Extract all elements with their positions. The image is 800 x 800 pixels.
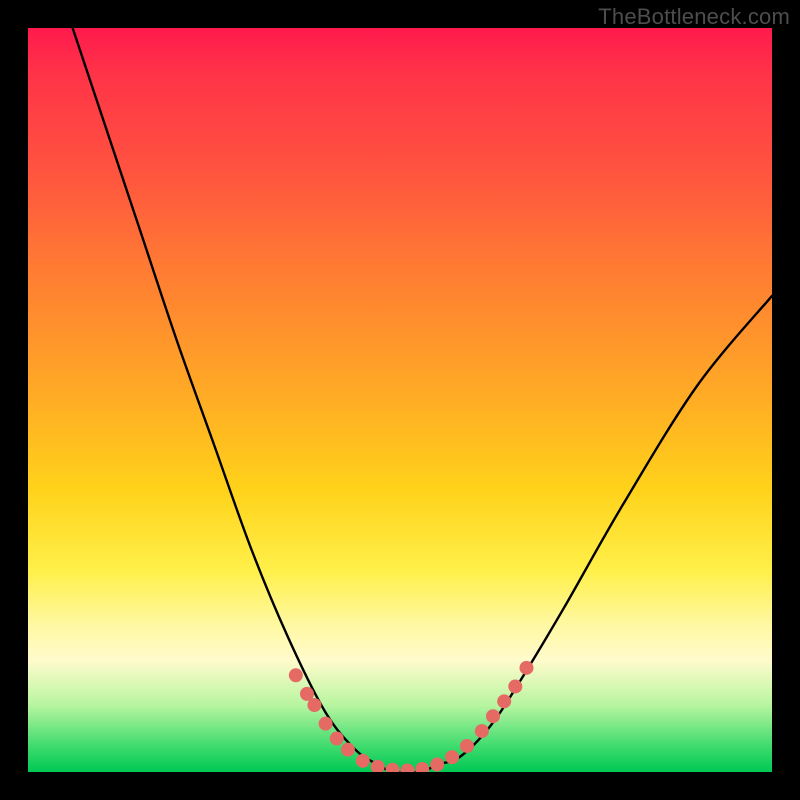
plot-area <box>28 28 772 772</box>
curve-marker <box>356 754 370 768</box>
chart-frame: TheBottleneck.com <box>0 0 800 800</box>
curve-marker <box>519 661 533 675</box>
curve-marker <box>430 758 444 772</box>
curve-marker <box>445 750 459 764</box>
curve-marker <box>330 732 344 746</box>
curve-marker <box>508 679 522 693</box>
curve-marker <box>289 668 303 682</box>
curve-marker <box>475 724 489 738</box>
bottleneck-curve <box>73 28 772 772</box>
curve-marker <box>460 739 474 753</box>
curve-markers <box>289 661 534 772</box>
curve-marker <box>319 717 333 731</box>
curve-marker <box>386 763 400 772</box>
curve-svg <box>28 28 772 772</box>
curve-marker <box>486 709 500 723</box>
curve-marker <box>400 764 414 772</box>
curve-marker <box>341 743 355 757</box>
curve-marker <box>497 694 511 708</box>
watermark-text: TheBottleneck.com <box>598 4 790 30</box>
curve-marker <box>415 762 429 772</box>
curve-marker <box>307 698 321 712</box>
